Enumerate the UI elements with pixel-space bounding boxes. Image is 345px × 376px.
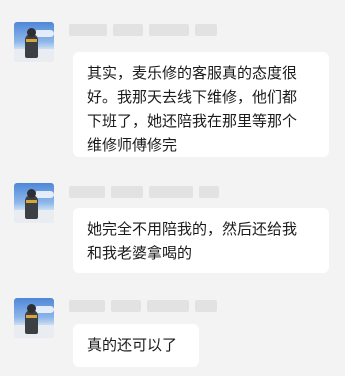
sender-name-blurred xyxy=(69,186,219,198)
avatar[interactable] xyxy=(14,298,54,338)
sender-name-blurred xyxy=(69,24,217,36)
avatar[interactable] xyxy=(14,183,54,223)
message-bubble: 她完全不用陪我的，然后还给我 和我老婆拿喝的 xyxy=(73,208,329,273)
avatar[interactable] xyxy=(14,22,54,62)
message-bubble: 其实，麦乐修的客服真的态度很 好。我那天去线下维修，他们都 下班了，她还陪我在那… xyxy=(73,52,329,157)
message-bubble: 真的还可以了 xyxy=(73,324,199,367)
sender-name-blurred xyxy=(69,300,217,312)
